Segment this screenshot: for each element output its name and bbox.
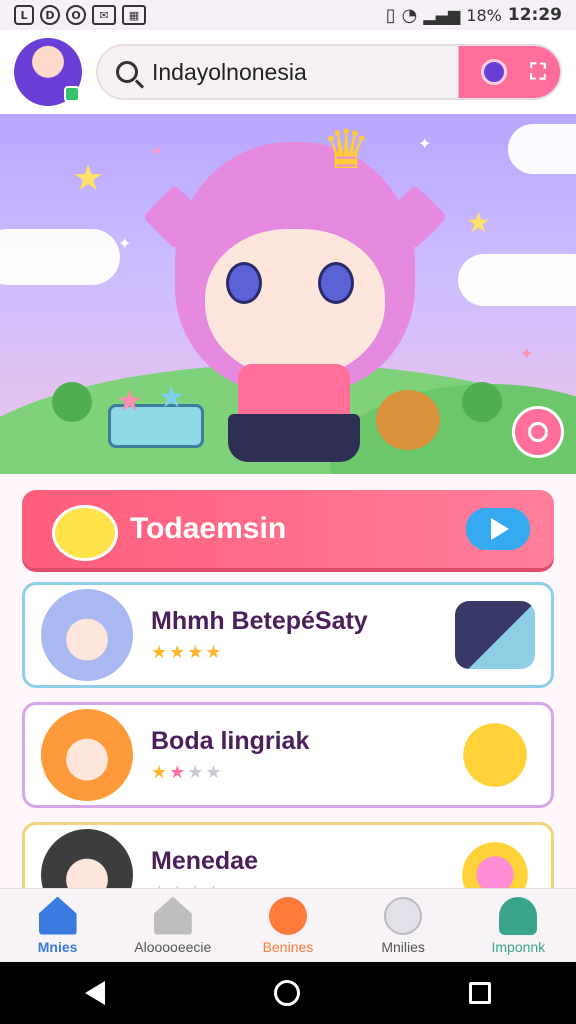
list-item[interactable]: Mhmh BetepéSaty ★★★★: [22, 582, 554, 688]
bottom-nav: Mnies Alooooeecie Benines Mnilies Imponn…: [0, 888, 576, 962]
person-icon: [499, 896, 538, 935]
character-eye: [318, 262, 354, 304]
smile-icon: [455, 721, 535, 789]
mascot-icon: [46, 499, 118, 561]
cloud-decoration: [458, 254, 576, 306]
sparkle-decoration: ✦: [520, 344, 534, 363]
nav-label: Alooooeecie: [134, 938, 212, 955]
scan-button[interactable]: ⛶: [516, 50, 560, 94]
star-decoration: ★: [72, 158, 105, 199]
nav-item-alooooeecie[interactable]: Alooooeecie: [115, 896, 230, 955]
camera-icon: [481, 59, 507, 85]
nav-label: Mnilies: [381, 938, 425, 955]
home-icon: [38, 896, 77, 935]
cloud-decoration: [0, 229, 120, 285]
card-title: Mhmh BetepéSaty: [151, 607, 368, 635]
profile-avatar[interactable]: [14, 38, 82, 106]
nav-item-mnies[interactable]: Mnies: [0, 896, 115, 955]
nav-item-imponnk[interactable]: Imponnk: [461, 896, 576, 955]
banner-title: Todaemsin: [130, 512, 287, 545]
card-title: Boda lingriak: [151, 727, 310, 755]
character-eye: [226, 262, 262, 304]
recent-apps-icon[interactable]: [469, 982, 492, 1004]
character-skirt: [228, 414, 360, 462]
sparkle-decoration: ✦: [118, 234, 132, 253]
mail-icon: ✉: [92, 5, 116, 25]
status-left-icons: L D O ✉ ▦: [14, 5, 146, 25]
app-header: Indayolnonesia ⛶: [0, 30, 576, 114]
compass-button[interactable]: [512, 406, 564, 458]
compass-icon: [528, 422, 548, 442]
wifi-icon: ◔: [401, 4, 418, 26]
house-icon: [153, 896, 192, 935]
star-decoration: ★: [116, 384, 143, 419]
bear-icon: [384, 896, 423, 935]
nav-label: Imponnk: [491, 938, 546, 955]
play-icon: [491, 518, 509, 540]
hero-banner[interactable]: ★ ★ ✦ ✦ ✦ ✦ ♛ ★ ★: [0, 114, 576, 474]
system-nav-bar: [0, 962, 576, 1024]
search-bar[interactable]: Indayolnonesia ⛶: [96, 44, 562, 100]
status-bar: L D O ✉ ▦ ▯ ◔ ▂▄▆ 18% 12:29: [0, 0, 576, 30]
nav-label: Mnies: [37, 938, 78, 955]
cloud-decoration: [508, 124, 576, 174]
nav-label: Benines: [262, 938, 314, 955]
battery-level: 18%: [466, 5, 502, 25]
tree-decoration: [462, 382, 502, 422]
star-decoration: ★: [158, 380, 185, 415]
search-icon: [116, 61, 138, 83]
feature-banner[interactable]: Todaemsin: [22, 490, 554, 568]
image-icon: ▦: [122, 5, 146, 25]
bear-mascot: [376, 390, 440, 450]
search-input[interactable]: Indayolnonesia: [152, 59, 472, 86]
nav-item-mnilies[interactable]: Mnilies: [346, 896, 461, 955]
notification-icon: L: [14, 5, 34, 25]
sparkle-decoration: ✦: [150, 142, 164, 161]
star-decoration: ★: [466, 206, 492, 239]
status-right-icons: ▯ ◔ ▂▄▆ 18% 12:29: [386, 5, 562, 26]
character-avatar: [41, 709, 133, 801]
home-circle-icon[interactable]: [273, 980, 300, 1006]
star-rating: ★★★★: [151, 642, 224, 663]
signal-icon: ▂▄▆: [423, 5, 461, 25]
nav-item-benines[interactable]: Benines: [230, 896, 345, 955]
play-button[interactable]: [466, 508, 530, 550]
character-face: [205, 229, 385, 379]
back-icon[interactable]: [84, 981, 105, 1005]
card-title: Menedae: [151, 847, 258, 875]
tree-decoration: [52, 382, 92, 422]
scan-icon: ⛶: [530, 59, 546, 85]
list-item[interactable]: Boda lingriak ★★★★: [22, 702, 554, 808]
notification-icon: O: [66, 5, 86, 25]
notification-icon: D: [40, 5, 60, 25]
camera-search-button[interactable]: [472, 50, 516, 94]
laptop-icon: [455, 601, 535, 669]
online-badge-icon: [64, 86, 80, 102]
sparkle-decoration: ✦: [418, 134, 432, 153]
star-rating: ★★★★: [151, 762, 224, 783]
vibrate-icon: ▯: [385, 4, 396, 26]
heart-icon: [268, 896, 307, 935]
crown-icon: ♛: [322, 118, 371, 181]
clock: 12:29: [507, 5, 562, 25]
character-avatar: [41, 589, 133, 681]
